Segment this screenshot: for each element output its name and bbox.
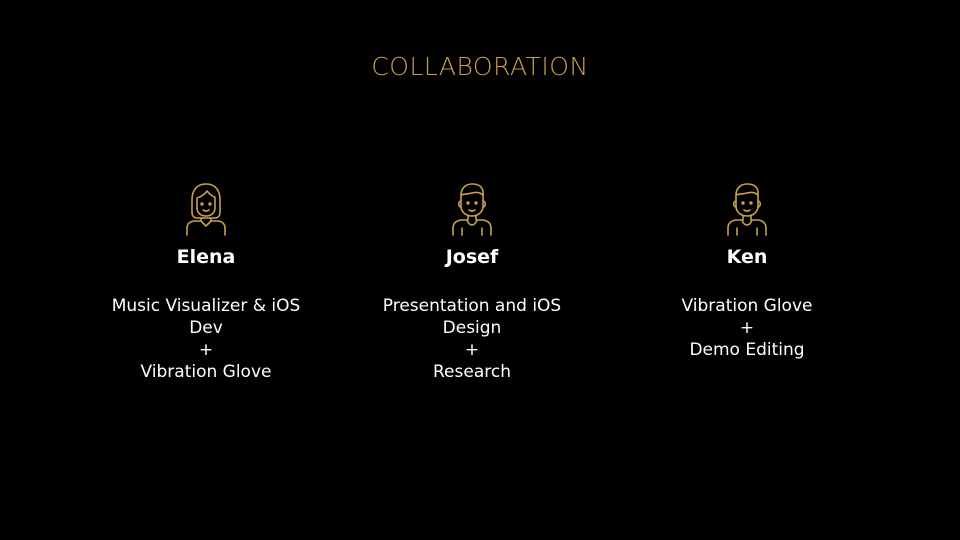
role-line: Demo Editing <box>689 340 805 360</box>
slide-title: COLLABORATION <box>371 52 589 81</box>
role-line: Vibration Glove <box>140 362 272 382</box>
role-line: Dev <box>189 318 223 338</box>
member-name: Elena <box>176 246 236 268</box>
role-line: + <box>464 340 480 360</box>
role-line: + <box>739 318 755 338</box>
man-avatar-icon <box>727 183 767 236</box>
role-line: Design <box>442 318 502 338</box>
man-avatar-icon <box>452 183 492 236</box>
role-line: Music Visualizer & iOS <box>111 296 301 316</box>
member-role: Vibration Glove + Demo Editing <box>627 295 867 361</box>
member-name: Josef <box>445 246 499 268</box>
member-card-josef: Josef Presentation and iOS Design + Rese… <box>352 182 592 383</box>
role-line: Vibration Glove <box>681 296 813 316</box>
member-card-elena: Elena Music Visualizer & iOS Dev + Vibra… <box>86 182 326 383</box>
role-line: + <box>198 340 214 360</box>
member-role: Music Visualizer & iOS Dev + Vibration G… <box>86 295 326 383</box>
member-card-ken: Ken Vibration Glove + Demo Editing <box>627 182 867 361</box>
role-line: Presentation and iOS <box>382 296 562 316</box>
woman-avatar-icon <box>186 183 226 236</box>
member-role: Presentation and iOS Design + Research <box>352 295 592 383</box>
member-name: Ken <box>726 246 768 268</box>
role-line: Research <box>433 362 511 382</box>
